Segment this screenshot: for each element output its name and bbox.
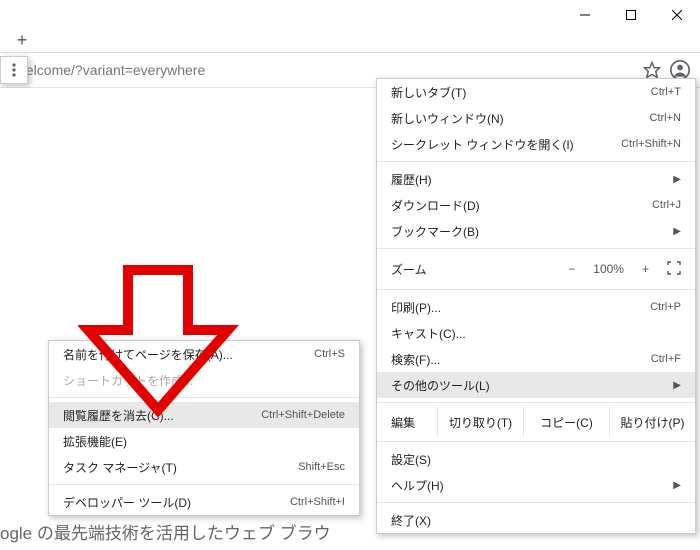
menu-help[interactable]: ヘルプ(H)▶ (377, 472, 695, 498)
zoom-in-button[interactable]: + (642, 262, 649, 276)
submenu-create-shortcut: ショートカットを作成... (49, 367, 359, 393)
chevron-right-icon: ▶ (673, 174, 681, 185)
separator (49, 397, 359, 398)
edit-copy-button[interactable]: コピー(C) (523, 407, 609, 437)
menu-history[interactable]: 履歴(H)▶ (377, 166, 695, 192)
zoom-value: 100% (593, 262, 624, 276)
edit-paste-button[interactable]: 貼り付け(P) (609, 407, 695, 437)
menu-edit-row: 編集 切り取り(T) コピー(C) 貼り付け(P) (377, 407, 695, 437)
separator (377, 161, 695, 162)
menu-exit[interactable]: 終了(X) (377, 507, 695, 533)
menu-new-tab[interactable]: 新しいタブ(T)Ctrl+T (377, 79, 695, 105)
chevron-right-icon: ▶ (673, 480, 681, 491)
menu-downloads[interactable]: ダウンロード(D)Ctrl+J (377, 192, 695, 218)
chevron-right-icon: ▶ (673, 380, 681, 391)
separator (377, 289, 695, 290)
chevron-right-icon: ▶ (673, 226, 681, 237)
kebab-menu-icon[interactable] (0, 56, 28, 84)
menu-new-window[interactable]: 新しいウィンドウ(N)Ctrl+N (377, 105, 695, 131)
more-tools-submenu: 名前を付けてページを保存(A)...Ctrl+S ショートカットを作成... 閲… (48, 340, 360, 516)
separator (377, 248, 695, 249)
menu-settings[interactable]: 設定(S) (377, 446, 695, 472)
tab-strip: + (0, 30, 700, 52)
submenu-developer-tools[interactable]: デベロッパー ツール(D)Ctrl+Shift+I (49, 489, 359, 515)
edit-cut-button[interactable]: 切り取り(T) (437, 407, 523, 437)
menu-more-tools[interactable]: その他のツール(L)▶ (377, 372, 695, 398)
maximize-button[interactable] (608, 0, 654, 30)
url-text[interactable]: //welcome/?variant=everywhere (0, 62, 638, 78)
minimize-button[interactable] (562, 0, 608, 30)
fullscreen-icon[interactable] (667, 261, 681, 278)
menu-cast[interactable]: キャスト(C)... (377, 320, 695, 346)
menu-incognito[interactable]: シークレット ウィンドウを開く(I)Ctrl+Shift+N (377, 131, 695, 157)
separator (49, 484, 359, 485)
main-menu: 新しいタブ(T)Ctrl+T 新しいウィンドウ(N)Ctrl+N シークレット … (376, 78, 696, 534)
close-button[interactable] (654, 0, 700, 30)
submenu-save-page-as[interactable]: 名前を付けてページを保存(A)...Ctrl+S (49, 341, 359, 367)
submenu-extensions[interactable]: 拡張機能(E) (49, 428, 359, 454)
menu-find[interactable]: 検索(F)...Ctrl+F (377, 346, 695, 372)
separator (377, 441, 695, 442)
submenu-task-manager[interactable]: タスク マネージャ(T)Shift+Esc (49, 454, 359, 480)
menu-zoom: ズーム − 100% + (377, 253, 695, 285)
window-titlebar (0, 0, 700, 30)
separator (377, 402, 695, 403)
zoom-out-button[interactable]: − (568, 262, 575, 276)
menu-bookmarks[interactable]: ブックマーク(B)▶ (377, 218, 695, 244)
menu-print[interactable]: 印刷(P)...Ctrl+P (377, 294, 695, 320)
submenu-clear-browsing-data[interactable]: 閲覧履歴を消去(C)...Ctrl+Shift+Delete (49, 402, 359, 428)
new-tab-button[interactable]: + (8, 30, 36, 50)
partial-page-text: ogle の最先端技術を活用したウェブ ブラウ (0, 519, 331, 544)
separator (377, 502, 695, 503)
